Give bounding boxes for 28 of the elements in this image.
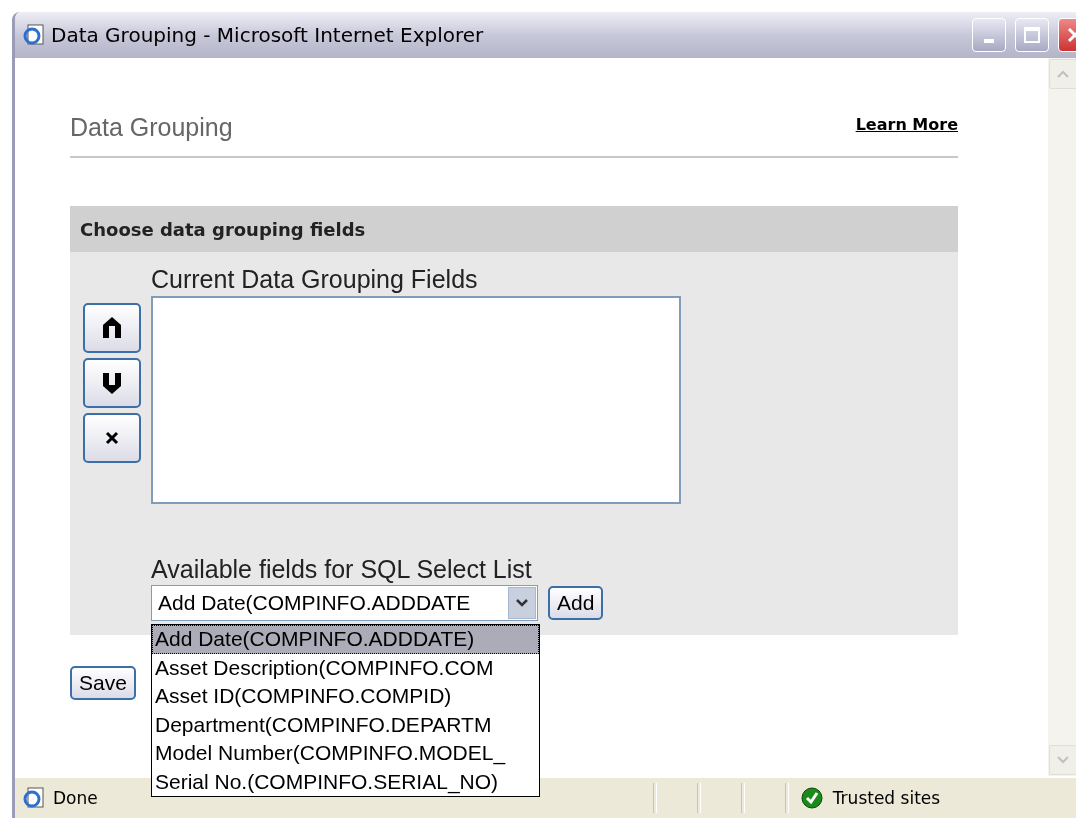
minimize-icon: [984, 39, 994, 43]
status-text: Done: [53, 788, 98, 808]
scrollbar[interactable]: [1048, 58, 1076, 776]
zone-text: Trusted sites: [832, 788, 941, 808]
up-arrow-icon: [102, 316, 122, 340]
available-fields-label: Available fields for SQL Select List: [151, 555, 533, 583]
current-fields-list[interactable]: [151, 295, 681, 504]
browser-icon: [23, 787, 45, 809]
current-fields-label: Current Data Grouping Fields: [151, 266, 479, 294]
dropdown-option[interactable]: Add Date(COMPINFO.ADDDATE): [152, 625, 539, 654]
save-button[interactable]: Save: [70, 666, 136, 700]
up-caret-icon: [1057, 70, 1069, 78]
move-down-button[interactable]: [83, 358, 141, 408]
close-icon: [105, 431, 119, 445]
remove-button[interactable]: [83, 413, 141, 463]
browser-icon: [23, 24, 45, 46]
fields-dropdown[interactable]: Add Date(COMPINFO.ADDDATE: [151, 585, 538, 621]
window-title: Data Grouping - Microsoft Internet Explorer: [51, 23, 485, 47]
learn-more-link[interactable]: Learn More: [855, 115, 958, 134]
maximize-icon: [1023, 26, 1041, 44]
panel-header: Choose data grouping fields: [70, 206, 958, 252]
move-up-button[interactable]: [83, 303, 141, 353]
check-icon: [800, 787, 823, 809]
down-arrow-icon: [102, 371, 122, 395]
caret-icon: [515, 598, 529, 608]
add-button[interactable]: Add: [548, 586, 604, 620]
page-heading: Data Grouping: [70, 113, 233, 142]
down-caret-icon: [1057, 756, 1069, 764]
